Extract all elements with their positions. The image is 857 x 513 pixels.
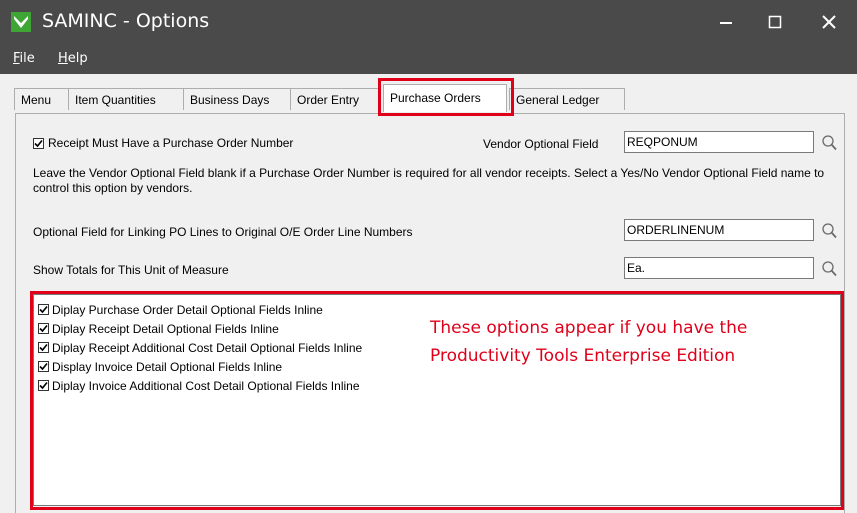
tab-order-entry[interactable]: Order Entry xyxy=(290,88,381,110)
receipt-po-checkbox[interactable] xyxy=(33,137,44,149)
tab-general-ledger[interactable]: General Ledger xyxy=(509,88,625,110)
tab-label: General Ledger xyxy=(516,93,600,107)
window-title: SAMINC - Options xyxy=(42,10,210,32)
tab-label: Business Days xyxy=(190,93,270,107)
app-icon xyxy=(11,12,31,32)
check-icon xyxy=(39,324,48,333)
tab-business-days[interactable]: Business Days xyxy=(183,88,291,110)
maximize-button[interactable] xyxy=(752,0,798,44)
check-icon xyxy=(39,343,48,352)
annotation-line-2: Productivity Tools Enterprise Edition xyxy=(430,346,736,366)
minimize-icon xyxy=(720,22,732,24)
inline-option-checkbox[interactable] xyxy=(38,304,49,315)
tab-label: Item Quantities xyxy=(75,93,156,107)
title-bar: SAMINC - Options xyxy=(0,0,857,44)
menu-help-label: elp xyxy=(67,51,88,66)
search-icon[interactable] xyxy=(821,260,839,278)
inline-option-label: Diplay Receipt Additional Cost Detail Op… xyxy=(52,340,363,355)
inline-option-label: Diplay Invoice Additional Cost Detail Op… xyxy=(52,378,360,393)
inline-option-label: Diplay Receipt Detail Optional Fields In… xyxy=(52,321,279,336)
maximize-icon xyxy=(768,15,782,29)
check-icon xyxy=(34,139,43,147)
search-icon[interactable] xyxy=(821,222,839,240)
inline-option-checkbox[interactable] xyxy=(38,380,49,391)
close-button[interactable] xyxy=(806,0,852,44)
inline-option-checkbox[interactable] xyxy=(38,323,49,334)
check-icon xyxy=(39,305,48,314)
list-item[interactable]: Diplay Receipt Detail Optional Fields In… xyxy=(38,320,279,337)
tab-item-quantities[interactable]: Item Quantities xyxy=(68,88,184,110)
menu-bar: File Help xyxy=(0,44,857,74)
uom-field-input[interactable] xyxy=(624,257,814,279)
inline-option-checkbox[interactable] xyxy=(38,361,49,372)
vendor-field-description: Leave the Vendor Optional Field blank if… xyxy=(33,166,825,195)
tab-label: Menu xyxy=(21,93,52,107)
list-item[interactable]: Diplay Purchase Order Detail Optional Fi… xyxy=(38,301,323,318)
list-item[interactable]: Diplay Invoice Additional Cost Detail Op… xyxy=(38,377,360,394)
tab-highlight-box xyxy=(378,78,514,116)
list-item[interactable]: Display Invoice Detail Optional Fields I… xyxy=(38,358,282,375)
vendor-field-input[interactable] xyxy=(624,131,814,153)
tab-menu[interactable]: Menu xyxy=(14,88,69,110)
inline-option-checkbox[interactable] xyxy=(38,342,49,353)
tab-label: Order Entry xyxy=(297,93,360,107)
annotation-line-1: These options appear if you have the xyxy=(430,318,748,338)
receipt-po-label: Receipt Must Have a Purchase Order Numbe… xyxy=(48,136,294,150)
menu-help[interactable]: Help xyxy=(58,51,88,66)
check-icon xyxy=(39,381,48,390)
receipt-po-row: Receipt Must Have a Purchase Order Numbe… xyxy=(33,136,293,150)
list-item[interactable]: Diplay Receipt Additional Cost Detail Op… xyxy=(38,339,362,356)
inline-option-label: Diplay Purchase Order Detail Optional Fi… xyxy=(52,302,323,317)
search-icon[interactable] xyxy=(821,134,839,152)
inline-option-label: Display Invoice Detail Optional Fields I… xyxy=(52,359,283,374)
menu-file-label: ile xyxy=(19,51,35,66)
linking-label: Optional Field for Linking PO Lines to O… xyxy=(33,225,413,239)
linking-field-input[interactable] xyxy=(624,219,814,241)
vendor-field-label: Vendor Optional Field xyxy=(483,137,599,151)
menu-help-accelerator: H xyxy=(58,51,68,66)
minimize-button[interactable] xyxy=(703,0,749,44)
close-icon xyxy=(822,15,836,29)
menu-file[interactable]: File xyxy=(13,51,35,66)
check-icon xyxy=(39,362,48,371)
uom-label: Show Totals for This Unit of Measure xyxy=(33,263,229,277)
